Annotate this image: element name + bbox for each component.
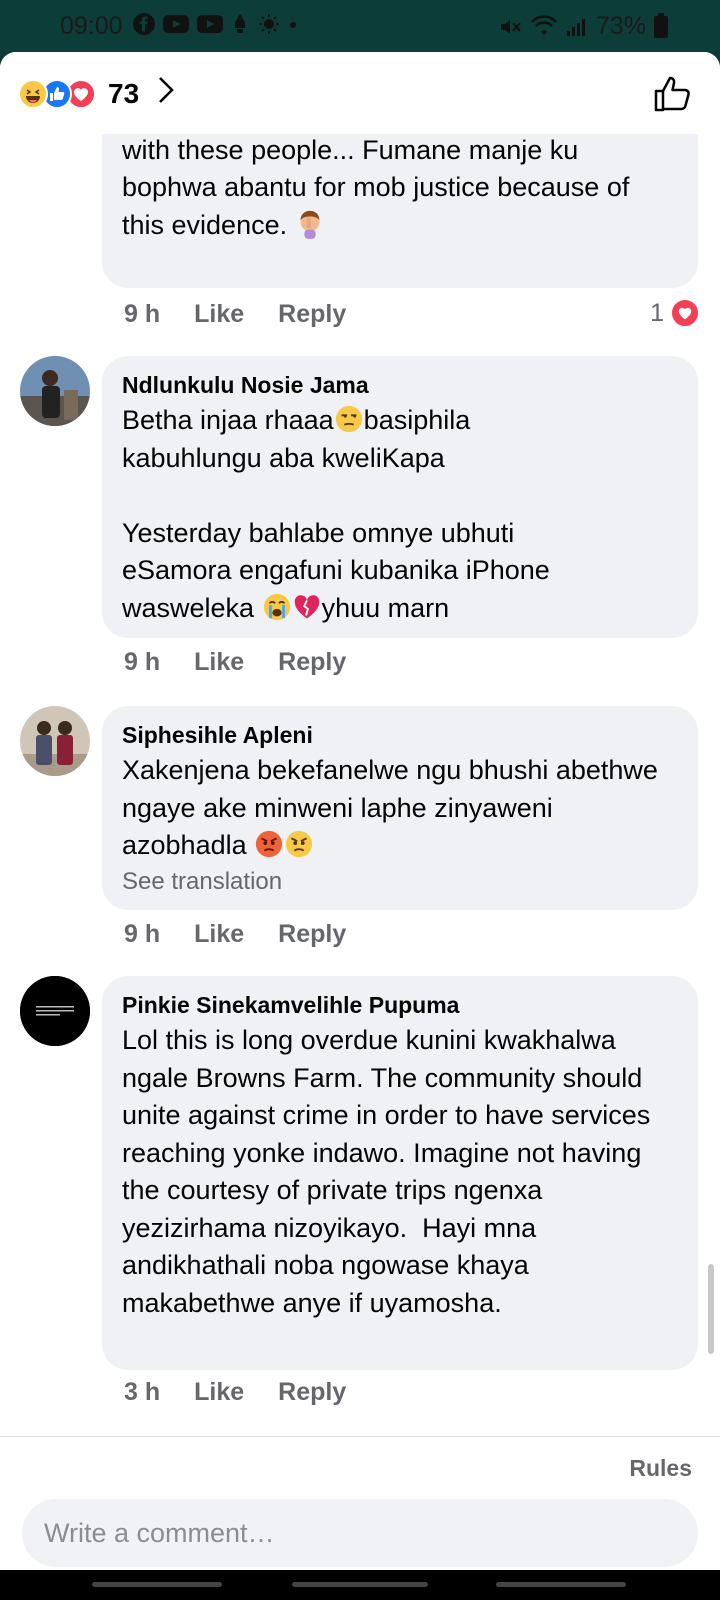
youtube-icon xyxy=(197,15,223,33)
nav-home[interactable] xyxy=(292,1582,428,1587)
comment-author: Ndlunkulu Nosie Jama xyxy=(122,372,369,398)
status-system-icons: 73% xyxy=(498,12,668,41)
comment-bubble[interactable]: Ndlunkulu Nosie Jama Betha injaa rhaaa ba… xyxy=(102,356,698,638)
comment-text: Xakenjena bekefanelwe ngu bhushi abethwe… xyxy=(122,755,666,860)
status-time: 09:00 xyxy=(60,12,123,40)
reply-button[interactable]: Reply xyxy=(278,1378,346,1407)
comment-actions: 9 h Like Reply xyxy=(124,300,346,329)
comment-reaction-count: 1 xyxy=(650,298,664,327)
angry-emoji xyxy=(256,830,283,858)
nav-back[interactable] xyxy=(496,1582,626,1587)
crying-emoji xyxy=(263,593,290,620)
reply-button[interactable]: Reply xyxy=(278,300,346,329)
see-translation-link[interactable]: See translation xyxy=(122,868,282,896)
thumbs-up-icon xyxy=(654,76,690,112)
comments-sheet: 73 makushaywa o tsotsi... The police nev… xyxy=(0,52,720,1570)
reactions-summary[interactable]: 73 xyxy=(18,76,175,112)
mute-icon xyxy=(500,19,521,34)
comment-composer: Rules xyxy=(0,1436,720,1570)
like-button[interactable]: Like xyxy=(194,648,244,677)
avatar[interactable] xyxy=(20,356,90,426)
notification-icon xyxy=(235,14,245,33)
comment-time: 3 h xyxy=(124,1378,161,1406)
reply-button[interactable]: Reply xyxy=(278,648,346,677)
nav-recent-apps[interactable] xyxy=(92,1582,222,1587)
love-icon xyxy=(670,298,700,328)
scrollbar[interactable] xyxy=(708,1264,714,1354)
reactions-header: 73 xyxy=(0,52,720,134)
comment-time: 9 h xyxy=(124,648,161,676)
reaction-count: 73 xyxy=(108,78,140,109)
status-notification-icons xyxy=(132,12,298,36)
youtube-icon xyxy=(163,15,189,33)
avatar[interactable] xyxy=(20,976,90,1046)
battery-charging-icon xyxy=(654,12,668,38)
comment-actions: 3 h Like Reply xyxy=(124,1378,346,1407)
facepalm-emoji xyxy=(300,210,319,239)
signal-icon xyxy=(566,18,585,36)
comment-reactions[interactable]: 1 xyxy=(650,298,700,328)
comment-bubble[interactable]: Siphesihle Apleni Xakenjena bekefanelwe … xyxy=(102,706,698,910)
rules-link[interactable]: Rules xyxy=(629,1455,692,1482)
comment-time: 9 h xyxy=(124,300,161,328)
broken-heart-emoji xyxy=(294,594,319,618)
status-bar: 09:00 73% xyxy=(0,0,720,52)
battery-percent: 73% xyxy=(595,12,646,40)
like-post-button[interactable] xyxy=(652,74,692,114)
like-button[interactable]: Like xyxy=(194,300,244,329)
comment-actions: 9 h Like Reply xyxy=(124,920,346,949)
facebook-icon xyxy=(133,13,155,35)
comment-author: Pinkie Sinekamvelihle Pupuma xyxy=(122,992,460,1018)
system-nav-bar xyxy=(0,1570,720,1600)
dot-icon xyxy=(290,22,296,28)
frowning-emoji xyxy=(286,830,313,858)
avatar[interactable] xyxy=(20,706,90,776)
reply-button[interactable]: Reply xyxy=(278,920,346,949)
comment-actions: 9 h Like Reply xyxy=(124,648,346,677)
like-button[interactable]: Like xyxy=(194,1378,244,1407)
comment-text: Betha injaa rhaaa basiphila kabuhlungu ab… xyxy=(122,405,550,623)
unamused-emoji xyxy=(335,405,362,433)
comment-input[interactable] xyxy=(22,1499,698,1567)
comment-bubble[interactable]: Pinkie Sinekamvelihle Pupuma Lol this is… xyxy=(102,976,698,1370)
comment-author: Siphesihle Apleni xyxy=(122,722,313,748)
haha-icon xyxy=(18,79,48,109)
like-button[interactable]: Like xyxy=(194,920,244,949)
chevron-right-icon xyxy=(157,76,175,112)
comment-text: Lol this is long overdue kunini kwakhalw… xyxy=(122,1025,658,1318)
comment-time: 9 h xyxy=(124,920,161,948)
weather-icon xyxy=(259,14,279,34)
wifi-icon xyxy=(531,14,557,35)
